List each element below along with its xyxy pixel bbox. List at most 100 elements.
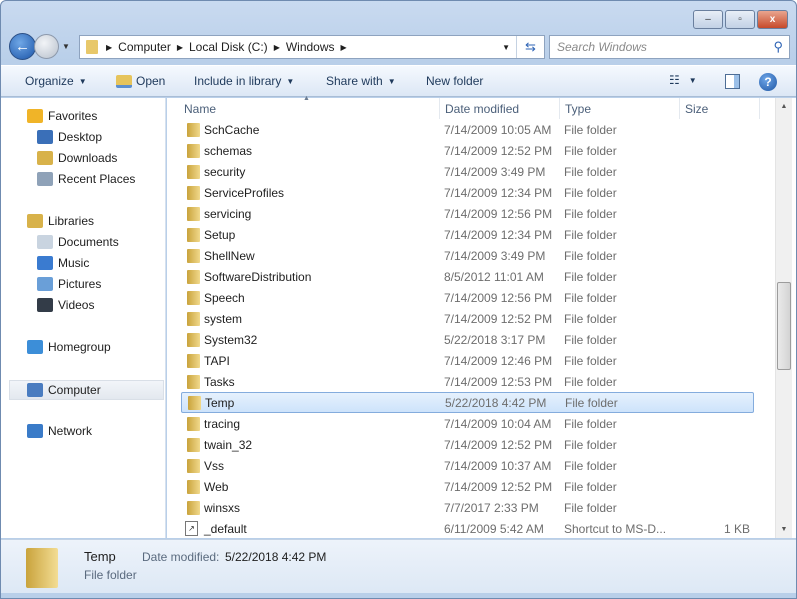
recent-pages-dropdown[interactable]: ▼ [62, 42, 70, 51]
sidebar-item-desktop[interactable]: Desktop [37, 127, 102, 147]
file-date: 7/14/2009 12:56 PM [444, 206, 553, 221]
chevron-right-icon[interactable]: ▶ [106, 43, 112, 52]
file-name: Web [204, 479, 229, 494]
navigation-pane: Favorites Desktop Downloads Recent Places Li… [1, 98, 166, 538]
file-date: 7/14/2009 12:53 PM [444, 374, 553, 389]
maximize-button[interactable]: ▫ [725, 10, 755, 29]
folder-icon [187, 437, 200, 452]
back-button[interactable]: ← [9, 33, 36, 60]
file-row[interactable]: Speech 7/14/2009 12:56 PM File folder [181, 287, 754, 308]
sidebar-item-libraries[interactable]: Libraries [27, 211, 94, 231]
file-type: File folder [564, 185, 617, 200]
breadcrumb-label: Computer [118, 40, 171, 54]
sidebar-item-music[interactable]: Music [37, 253, 89, 273]
address-bar[interactable]: ▶ Computer ▶ Local Disk (C:) ▶ Windows ▶ ▼ ⇆ [79, 35, 545, 59]
file-type: File folder [564, 164, 617, 179]
sidebar-item-label: Music [58, 256, 90, 270]
file-name: SchCache [204, 122, 260, 137]
scroll-thumb[interactable] [777, 282, 791, 370]
column-divider[interactable] [439, 98, 440, 119]
sidebar-item-favorites[interactable]: Favorites [27, 106, 97, 126]
file-row[interactable]: ServiceProfiles 7/14/2009 12:34 PM File fo… [181, 182, 754, 203]
forward-button[interactable] [34, 34, 59, 59]
change-view-button[interactable]: ☷ ▼ [669, 73, 697, 87]
file-row[interactable]: schemas 7/14/2009 12:52 PM File folder [181, 140, 754, 161]
column-divider[interactable] [759, 98, 760, 119]
column-header-date[interactable]: Date modified [445, 102, 519, 116]
file-row[interactable]: security 7/14/2009 3:49 PM File folder [181, 161, 754, 182]
chevron-right-icon[interactable]: ▶ [341, 43, 347, 52]
preview-pane-button[interactable] [725, 74, 740, 89]
file-row[interactable]: SoftwareDistribution 8/5/2012 11:01 AM Fil… [181, 266, 754, 287]
sidebar-item-homegroup[interactable]: Homegroup [27, 337, 111, 357]
file-date: 5/22/2018 3:17 PM [444, 332, 546, 347]
share-label: Share with [326, 74, 383, 88]
minimize-button[interactable]: – [693, 10, 723, 29]
new-folder-button[interactable]: New folder [426, 74, 483, 88]
chevron-right-icon[interactable]: ▶ [177, 43, 183, 52]
file-list: ▲ Name Date modified Type Size SchCache 7… [167, 95, 796, 539]
file-row[interactable]: Setup 7/14/2009 12:34 PM File folder [181, 224, 754, 245]
search-icon[interactable]: ⚲ [773, 39, 783, 55]
column-divider[interactable] [559, 98, 560, 119]
file-row[interactable]: tracing 7/14/2009 10:04 AM File folder [181, 413, 754, 434]
column-header-name[interactable]: Name [184, 102, 216, 116]
sidebar-item-videos[interactable]: Videos [37, 295, 94, 315]
file-name: schemas [204, 143, 253, 158]
include-in-library-button[interactable]: Include in library ▼ [194, 74, 294, 88]
file-date: 6/11/2009 5:42 AM [444, 521, 544, 536]
file-date: 7/14/2009 12:52 PM [444, 143, 553, 158]
folder-icon [187, 206, 200, 221]
file-type: File folder [564, 206, 617, 221]
file-name: SoftwareDistribution [204, 269, 312, 284]
file-date: 7/14/2009 12:52 PM [444, 479, 553, 494]
file-row[interactable]: servicing 7/14/2009 12:56 PM File folder [181, 203, 754, 224]
sidebar-item-network[interactable]: Network [27, 421, 92, 441]
vertical-scrollbar[interactable]: ▲ ▼ [775, 98, 792, 538]
column-divider[interactable] [679, 98, 680, 119]
scroll-down-arrow[interactable]: ▼ [776, 521, 792, 538]
address-dropdown[interactable]: ▼ [502, 43, 510, 52]
file-row[interactable]: Vss 7/14/2009 10:37 AM File folder [181, 455, 754, 476]
file-row[interactable]: Temp 5/22/2018 4:42 PM File folder [181, 392, 754, 413]
file-row[interactable]: system 7/14/2009 12:52 PM File folder [181, 308, 754, 329]
file-name: System32 [204, 332, 258, 347]
sidebar-item-label: Desktop [58, 130, 103, 144]
sidebar-item-documents[interactable]: Documents [37, 232, 119, 252]
file-name: _default [204, 521, 247, 536]
file-row[interactable]: twain_32 7/14/2009 12:52 PM File folder [181, 434, 754, 455]
file-row[interactable]: System32 5/22/2018 3:17 PM File folder [181, 329, 754, 350]
refresh-button[interactable]: ⇆ [516, 36, 544, 58]
sidebar-item-label: Documents [58, 235, 119, 249]
sidebar-item-computer[interactable]: Computer [9, 380, 164, 400]
breadcrumb-label: Windows [285, 40, 335, 54]
breadcrumb-item[interactable]: ▶ Computer [106, 40, 171, 54]
file-row[interactable]: Web 7/14/2009 12:52 PM File folder [181, 476, 754, 497]
file-row[interactable]: ShellNew 7/14/2009 3:49 PM File folder [181, 245, 754, 266]
file-row[interactable]: winsxs 7/7/2017 2:33 PM File folder [181, 497, 754, 518]
sidebar-item-downloads[interactable]: Downloads [37, 148, 117, 168]
sidebar-item-label: Network [48, 424, 93, 438]
file-row[interactable]: SchCache 7/14/2009 10:05 AM File folder [181, 119, 754, 140]
breadcrumb-item[interactable]: ▶ Windows [274, 40, 335, 54]
share-with-button[interactable]: Share with ▼ [326, 74, 396, 88]
sidebar-item-label: Homegroup [48, 340, 111, 354]
file-row[interactable]: Tasks 7/14/2009 12:53 PM File folder [181, 371, 754, 392]
column-header-type[interactable]: Type [565, 102, 591, 116]
file-row[interactable]: ↗ _default 6/11/2009 5:42 AM Shortcut to MS… [181, 518, 754, 539]
scroll-up-arrow[interactable]: ▲ [776, 98, 792, 115]
organize-button[interactable]: Organize ▼ [25, 74, 87, 88]
sidebar-item-recent-places[interactable]: Recent Places [37, 169, 135, 189]
sidebar-item-pictures[interactable]: Pictures [37, 274, 101, 294]
breadcrumb-item[interactable]: ▶ Local Disk (C:) [177, 40, 268, 54]
file-name: Setup [204, 227, 236, 242]
column-header-size[interactable]: Size [685, 102, 708, 116]
chevron-right-icon[interactable]: ▶ [274, 43, 280, 52]
close-button[interactable]: x [757, 10, 788, 29]
file-row[interactable]: TAPI 7/14/2009 12:46 PM File folder [181, 350, 754, 371]
open-button[interactable]: Open [116, 74, 165, 88]
help-button[interactable]: ? [759, 73, 777, 91]
search-input[interactable]: Search Windows ⚲ [549, 35, 790, 59]
file-name: Speech [204, 290, 245, 305]
folder-icon [26, 548, 58, 588]
